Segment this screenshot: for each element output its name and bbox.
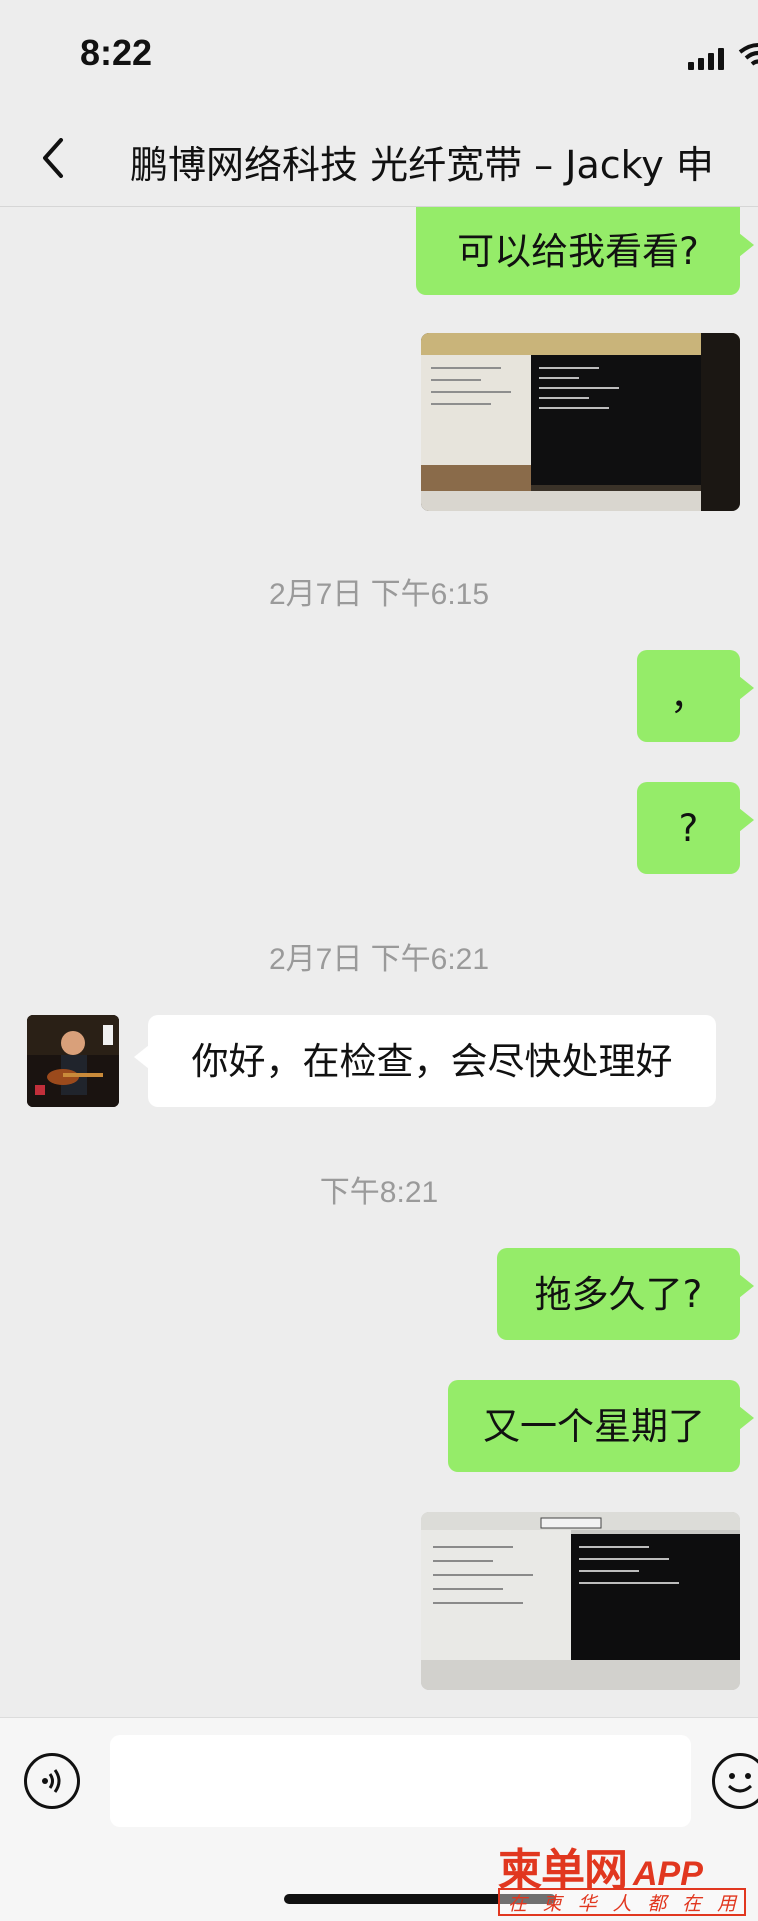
message-bubble-outgoing[interactable]: 又一个星期了 [448, 1380, 754, 1472]
watermark-tagline: 在 柬 华 人 都 在 用 [498, 1888, 746, 1916]
avatar[interactable] [27, 1015, 119, 1107]
message-bubble-outgoing[interactable]: 可以给我看看? [416, 207, 754, 295]
watermark-char: 都 [647, 1892, 667, 1915]
message-timestamp: 下午8:21 [319, 1176, 439, 1209]
chat-header: 鹏博网络科技 光纤宽带 – Jacky 申 [0, 110, 758, 207]
voice-icon [42, 1769, 61, 1793]
chat-title[interactable]: 鹏博网络科技 光纤宽带 – Jacky 申 [130, 134, 714, 189]
image-message[interactable] [421, 333, 740, 511]
status-bar: 8:22 [0, 0, 758, 110]
watermark-char: 人 [612, 1892, 632, 1915]
avatar-photo [27, 1015, 119, 1107]
message-list[interactable]: 可以给我看看? 2月7日 下午6:15 ， ? 2月7日 下午6:21 你好，在… [0, 207, 758, 1717]
watermark-char: 在 [507, 1892, 527, 1915]
back-button[interactable] [28, 130, 78, 186]
watermark-char: 用 [716, 1892, 736, 1915]
message-bubble-outgoing[interactable]: ， [637, 650, 754, 742]
watermark-char: 在 [682, 1892, 702, 1915]
message-bubble-incoming[interactable]: 你好，在检查，会尽快处理好 [134, 1015, 716, 1107]
emoji-icon [727, 1773, 753, 1793]
screenshot-photo [421, 333, 740, 511]
message-timestamp: 2月7日 下午6:15 [268, 578, 490, 611]
clock: 8:22 [80, 32, 153, 73]
emoji-button[interactable] [712, 1753, 758, 1809]
watermark-char: 华 [577, 1892, 597, 1915]
voice-input-button[interactable] [24, 1753, 80, 1809]
wifi-icon [738, 43, 758, 66]
chevron-left-icon [43, 138, 63, 178]
message-bubble-outgoing[interactable]: ? [637, 782, 754, 874]
watermark-logo: 柬单网 APP 在 柬 华 人 都 在 用 [498, 1834, 758, 1920]
message-input[interactable] [110, 1735, 691, 1827]
watermark-char: 柬 [542, 1892, 562, 1915]
message-bubble-outgoing[interactable]: 拖多久了? [497, 1248, 754, 1340]
cellular-signal-icon [688, 48, 728, 70]
image-message[interactable] [421, 1512, 740, 1690]
message-timestamp: 2月7日 下午6:21 [268, 943, 490, 976]
screenshot-photo [421, 1512, 740, 1690]
